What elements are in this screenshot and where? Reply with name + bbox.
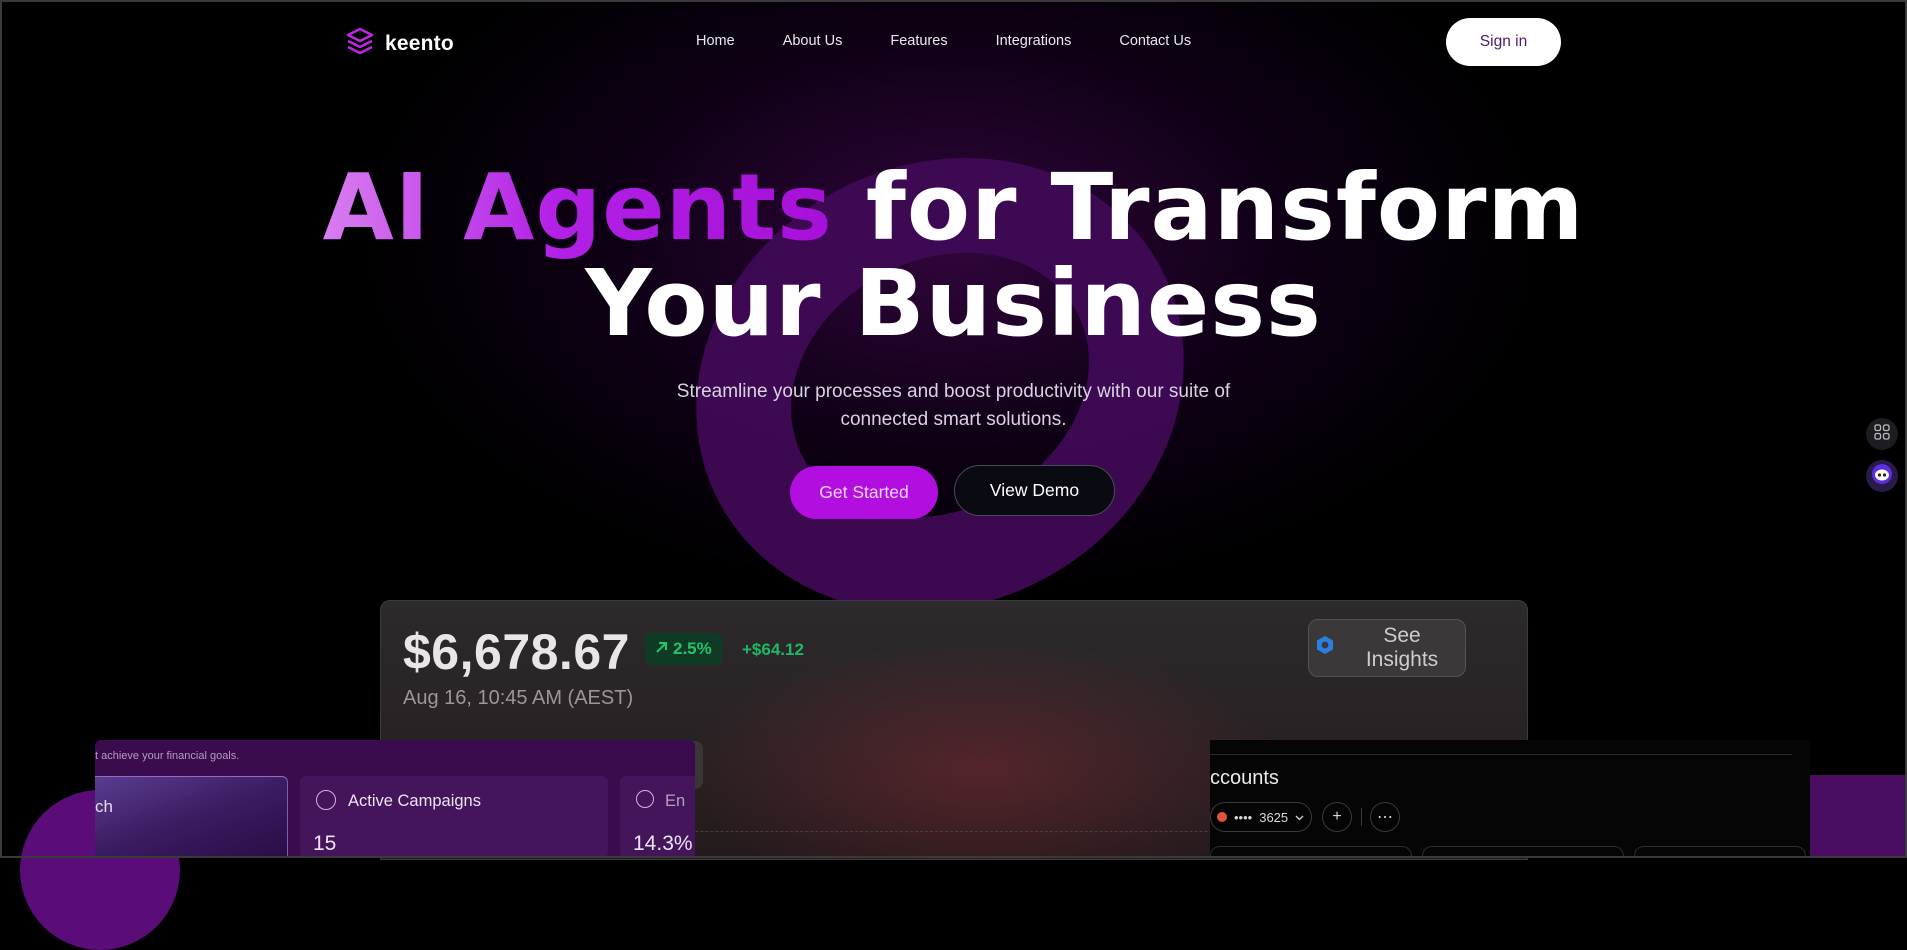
brand-logo[interactable]: keento bbox=[345, 26, 454, 61]
account-selector[interactable]: •••• 3625 bbox=[1210, 802, 1312, 832]
more-options-button[interactable]: ⋯ bbox=[1370, 802, 1400, 832]
change-value: +$64.12 bbox=[742, 640, 804, 659]
card-brand-icon bbox=[1217, 812, 1227, 822]
account-tile[interactable] bbox=[1422, 846, 1624, 858]
change-percent-badge: 2.5% bbox=[645, 633, 722, 665]
hero-title-highlight: AI Agents bbox=[322, 154, 833, 261]
stat-value-engagement: 14.3% bbox=[633, 832, 693, 855]
apps-widget-button[interactable] bbox=[1866, 418, 1898, 450]
stat-label-active-campaigns: Active Campaigns bbox=[348, 792, 481, 810]
hero-title: AI Agents for Transform Your Business bbox=[0, 160, 1907, 352]
hexagon-icon bbox=[1315, 635, 1335, 661]
card-tagline: t achieve your financial goals. bbox=[95, 750, 240, 762]
layers-icon bbox=[345, 26, 375, 61]
hero-subtitle: Streamline your processes and boost prod… bbox=[0, 378, 1907, 434]
change-percent: 2.5% bbox=[673, 639, 712, 658]
stat-tile-active-campaigns[interactable]: Active Campaigns 15 bbox=[300, 776, 608, 858]
grid-icon bbox=[1874, 423, 1890, 445]
campaign-icon bbox=[316, 790, 336, 810]
nav-link-about-us[interactable]: About Us bbox=[783, 33, 843, 49]
account-tile[interactable] bbox=[1634, 846, 1806, 858]
arrow-up-right-icon bbox=[655, 639, 668, 659]
account-tile[interactable] bbox=[1210, 846, 1412, 858]
nav-menu: Home About Us Features Integrations Cont… bbox=[696, 33, 1239, 49]
stat-label-engagement: En bbox=[665, 792, 686, 810]
nav-link-features[interactable]: Features bbox=[890, 33, 947, 49]
view-demo-button[interactable]: View Demo bbox=[954, 465, 1115, 516]
get-started-button[interactable]: Get Started bbox=[790, 466, 938, 519]
nav-link-integrations[interactable]: Integrations bbox=[996, 33, 1072, 49]
see-insights-label: See Insights bbox=[1365, 624, 1439, 671]
hero-title-rest: for Transform bbox=[832, 154, 1585, 261]
nav-link-contact-us[interactable]: Contact Us bbox=[1119, 33, 1191, 49]
more-horizontal-icon: ⋯ bbox=[1377, 809, 1393, 826]
chevron-down-icon bbox=[1295, 810, 1304, 825]
hero-title-line2: Your Business bbox=[585, 250, 1322, 357]
bot-face-icon bbox=[1871, 463, 1893, 490]
add-account-button[interactable]: + bbox=[1322, 802, 1352, 832]
campaign-stats-card: t achieve your financial goals. ch Activ… bbox=[95, 740, 695, 858]
stat-value-active-campaigns: 15 bbox=[313, 832, 337, 855]
balance-amount: $6,678.67 bbox=[403, 624, 630, 680]
hero-section: AI Agents for Transform Your Business bbox=[0, 160, 1907, 352]
assistant-widget-button[interactable] bbox=[1866, 460, 1898, 492]
account-last4: 3625 bbox=[1259, 809, 1289, 825]
separator bbox=[1361, 808, 1362, 826]
decorative-corner bbox=[1810, 775, 1907, 858]
stat-tile-highlight-label: ch bbox=[95, 797, 113, 816]
pie-chart-icon bbox=[636, 790, 654, 808]
accounts-title: ccounts bbox=[1210, 767, 1279, 789]
divider bbox=[1210, 754, 1792, 755]
brand-name: keento bbox=[385, 31, 454, 55]
account-mask: •••• bbox=[1234, 809, 1253, 825]
accounts-card: ccounts •••• 3625 + ⋯ bbox=[1210, 740, 1810, 858]
card-glow bbox=[681, 641, 1281, 859]
hero-subtitle-line2: connected smart solutions. bbox=[840, 409, 1067, 430]
top-navigation: keento Home About Us Features Integratio… bbox=[0, 18, 1907, 66]
sign-in-button[interactable]: Sign in bbox=[1446, 18, 1561, 66]
see-insights-button[interactable]: See Insights bbox=[1308, 619, 1466, 677]
plus-icon: + bbox=[1332, 808, 1342, 825]
nav-link-home[interactable]: Home bbox=[696, 33, 735, 49]
balance-timestamp: Aug 16, 10:45 AM (AEST) bbox=[403, 687, 634, 709]
stat-tile-highlight[interactable]: ch bbox=[95, 776, 288, 858]
hero-subtitle-line1: Streamline your processes and boost prod… bbox=[676, 381, 1231, 402]
stat-tile-engagement[interactable]: En 14.3% bbox=[620, 776, 695, 858]
